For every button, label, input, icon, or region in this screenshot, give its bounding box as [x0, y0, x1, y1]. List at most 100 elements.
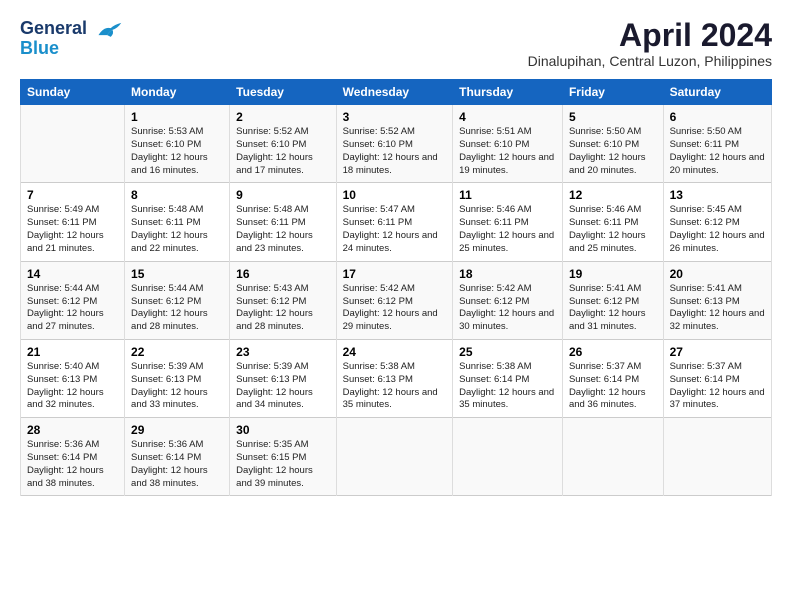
day-cell: 30 Sunrise: 5:35 AMSunset: 6:15 PMDayligh…	[230, 418, 336, 496]
day-number: 13	[670, 188, 765, 202]
day-number: 16	[236, 267, 329, 281]
day-number: 18	[459, 267, 556, 281]
day-cell: 12 Sunrise: 5:46 AMSunset: 6:11 PMDayligh…	[562, 183, 663, 261]
day-number: 8	[131, 188, 223, 202]
page: General Blue April 2024 Dinalupihan, Cen…	[0, 0, 792, 612]
day-number: 25	[459, 345, 556, 359]
day-number: 23	[236, 345, 329, 359]
day-number: 20	[670, 267, 765, 281]
day-cell: 24 Sunrise: 5:38 AMSunset: 6:13 PMDayligh…	[336, 339, 453, 417]
day-number: 17	[343, 267, 447, 281]
day-info: Sunrise: 5:42 AMSunset: 6:12 PMDaylight:…	[343, 283, 447, 334]
day-info: Sunrise: 5:53 AMSunset: 6:10 PMDaylight:…	[131, 126, 223, 177]
day-info: Sunrise: 5:49 AMSunset: 6:11 PMDaylight:…	[27, 204, 118, 255]
day-info: Sunrise: 5:35 AMSunset: 6:15 PMDaylight:…	[236, 439, 329, 490]
day-info: Sunrise: 5:37 AMSunset: 6:14 PMDaylight:…	[670, 361, 765, 412]
day-cell: 9 Sunrise: 5:48 AMSunset: 6:11 PMDaylight…	[230, 183, 336, 261]
calendar-header-row: SundayMondayTuesdayWednesdayThursdayFrid…	[21, 80, 772, 105]
day-cell: 27Sunrise: 5:37 AMSunset: 6:14 PMDayligh…	[663, 339, 771, 417]
day-cell: 28Sunrise: 5:36 AMSunset: 6:14 PMDayligh…	[21, 418, 125, 496]
day-number: 22	[131, 345, 223, 359]
day-cell: 6 Sunrise: 5:50 AMSunset: 6:11 PMDaylight…	[663, 105, 771, 183]
logo-bird-icon	[95, 18, 123, 40]
day-info: Sunrise: 5:42 AMSunset: 6:12 PMDaylight:…	[459, 283, 556, 334]
day-info: Sunrise: 5:39 AMSunset: 6:13 PMDaylight:…	[236, 361, 329, 412]
header-tuesday: Tuesday	[230, 80, 336, 105]
header: General Blue April 2024 Dinalupihan, Cen…	[20, 18, 772, 69]
header-thursday: Thursday	[453, 80, 563, 105]
day-cell: 10 Sunrise: 5:47 AMSunset: 6:11 PMDayligh…	[336, 183, 453, 261]
subtitle: Dinalupihan, Central Luzon, Philippines	[528, 53, 772, 69]
main-title: April 2024	[528, 18, 772, 53]
day-number: 7	[27, 188, 118, 202]
day-number: 15	[131, 267, 223, 281]
day-cell	[336, 418, 453, 496]
day-cell: 15 Sunrise: 5:44 AMSunset: 6:12 PMDayligh…	[125, 261, 230, 339]
day-cell: 4 Sunrise: 5:51 AMSunset: 6:10 PMDaylight…	[453, 105, 563, 183]
day-info: Sunrise: 5:51 AMSunset: 6:10 PMDaylight:…	[459, 126, 556, 177]
day-cell: 29Sunrise: 5:36 AMSunset: 6:14 PMDayligh…	[125, 418, 230, 496]
logo: General Blue	[20, 18, 123, 59]
day-cell: 16 Sunrise: 5:43 AMSunset: 6:12 PMDayligh…	[230, 261, 336, 339]
day-info: Sunrise: 5:38 AMSunset: 6:14 PMDaylight:…	[459, 361, 556, 412]
header-wednesday: Wednesday	[336, 80, 453, 105]
day-info: Sunrise: 5:43 AMSunset: 6:12 PMDaylight:…	[236, 283, 329, 334]
day-info: Sunrise: 5:48 AMSunset: 6:11 PMDaylight:…	[131, 204, 223, 255]
day-info: Sunrise: 5:39 AMSunset: 6:13 PMDaylight:…	[131, 361, 223, 412]
day-cell: 23 Sunrise: 5:39 AMSunset: 6:13 PMDayligh…	[230, 339, 336, 417]
header-saturday: Saturday	[663, 80, 771, 105]
day-cell: 21Sunrise: 5:40 AMSunset: 6:13 PMDayligh…	[21, 339, 125, 417]
day-cell: 11 Sunrise: 5:46 AMSunset: 6:11 PMDayligh…	[453, 183, 563, 261]
day-info: Sunrise: 5:37 AMSunset: 6:14 PMDaylight:…	[569, 361, 657, 412]
day-number: 12	[569, 188, 657, 202]
day-info: Sunrise: 5:36 AMSunset: 6:14 PMDaylight:…	[27, 439, 118, 490]
day-number: 21	[27, 345, 118, 359]
day-cell	[663, 418, 771, 496]
day-cell: 22 Sunrise: 5:39 AMSunset: 6:13 PMDayligh…	[125, 339, 230, 417]
logo-text: General	[20, 18, 123, 40]
day-info: Sunrise: 5:46 AMSunset: 6:11 PMDaylight:…	[459, 204, 556, 255]
day-cell	[453, 418, 563, 496]
day-cell: 5Sunrise: 5:50 AMSunset: 6:10 PMDaylight…	[562, 105, 663, 183]
day-number: 24	[343, 345, 447, 359]
day-number: 9	[236, 188, 329, 202]
day-number: 30	[236, 423, 329, 437]
week-row-4: 28Sunrise: 5:36 AMSunset: 6:14 PMDayligh…	[21, 418, 772, 496]
header-friday: Friday	[562, 80, 663, 105]
header-monday: Monday	[125, 80, 230, 105]
day-cell: 26 Sunrise: 5:37 AMSunset: 6:14 PMDayligh…	[562, 339, 663, 417]
day-info: Sunrise: 5:36 AMSunset: 6:14 PMDaylight:…	[131, 439, 223, 490]
day-number: 5	[569, 110, 657, 124]
day-cell: 3 Sunrise: 5:52 AMSunset: 6:10 PMDaylight…	[336, 105, 453, 183]
day-number: 6	[670, 110, 765, 124]
day-number: 4	[459, 110, 556, 124]
day-info: Sunrise: 5:47 AMSunset: 6:11 PMDaylight:…	[343, 204, 447, 255]
day-info: Sunrise: 5:52 AMSunset: 6:10 PMDaylight:…	[236, 126, 329, 177]
day-info: Sunrise: 5:38 AMSunset: 6:13 PMDaylight:…	[343, 361, 447, 412]
day-number: 14	[27, 267, 118, 281]
day-info: Sunrise: 5:46 AMSunset: 6:11 PMDaylight:…	[569, 204, 657, 255]
day-cell	[21, 105, 125, 183]
day-number: 3	[343, 110, 447, 124]
day-number: 26	[569, 345, 657, 359]
week-row-0: 1 Sunrise: 5:53 AMSunset: 6:10 PMDaylight…	[21, 105, 772, 183]
day-cell: 1 Sunrise: 5:53 AMSunset: 6:10 PMDaylight…	[125, 105, 230, 183]
day-number: 1	[131, 110, 223, 124]
header-sunday: Sunday	[21, 80, 125, 105]
day-cell: 19Sunrise: 5:41 AMSunset: 6:12 PMDayligh…	[562, 261, 663, 339]
day-cell: 13Sunrise: 5:45 AMSunset: 6:12 PMDayligh…	[663, 183, 771, 261]
week-row-3: 21Sunrise: 5:40 AMSunset: 6:13 PMDayligh…	[21, 339, 772, 417]
day-number: 2	[236, 110, 329, 124]
day-info: Sunrise: 5:52 AMSunset: 6:10 PMDaylight:…	[343, 126, 447, 177]
calendar-table: SundayMondayTuesdayWednesdayThursdayFrid…	[20, 79, 772, 496]
day-info: Sunrise: 5:44 AMSunset: 6:12 PMDaylight:…	[131, 283, 223, 334]
day-cell: 18 Sunrise: 5:42 AMSunset: 6:12 PMDayligh…	[453, 261, 563, 339]
day-number: 10	[343, 188, 447, 202]
week-row-2: 14 Sunrise: 5:44 AMSunset: 6:12 PMDayligh…	[21, 261, 772, 339]
day-info: Sunrise: 5:41 AMSunset: 6:13 PMDaylight:…	[670, 283, 765, 334]
day-info: Sunrise: 5:48 AMSunset: 6:11 PMDaylight:…	[236, 204, 329, 255]
day-number: 11	[459, 188, 556, 202]
week-row-1: 7 Sunrise: 5:49 AMSunset: 6:11 PMDaylight…	[21, 183, 772, 261]
day-cell	[562, 418, 663, 496]
day-info: Sunrise: 5:50 AMSunset: 6:11 PMDaylight:…	[670, 126, 765, 177]
